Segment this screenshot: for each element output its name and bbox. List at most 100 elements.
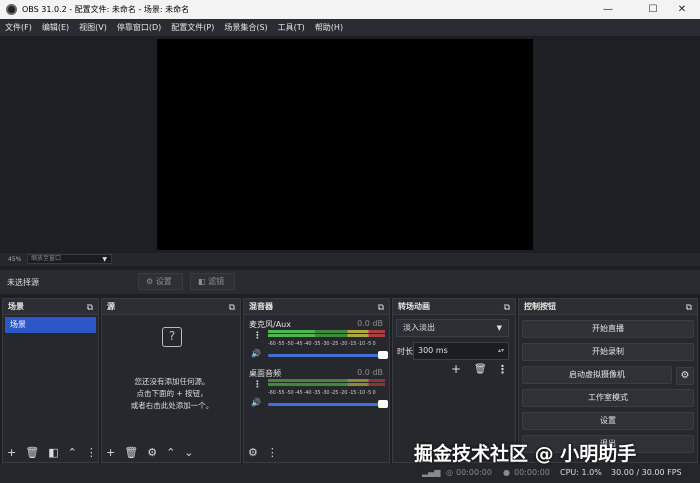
transition-value: 淡入淡出 [403,323,435,332]
source-toolbar: 未选择源 ⚙ 设置 ◧ 滤镜 [0,270,700,294]
menu-docks[interactable]: 停靠窗口(D) [117,22,161,33]
speaker-icon[interactable]: 🔊 [251,349,261,358]
scenes-toolbar: + 🗑 ◧ ⌃ ⋮ [3,442,98,462]
volume-meter [268,330,385,340]
zoom-percent: 45% [8,256,22,263]
more-icon[interactable]: ⋮ [253,380,262,390]
transitions-title: 转场动画 [398,302,430,311]
slider-knob[interactable] [378,351,388,359]
controls-header: 控制按钮 ⧉ [519,299,697,315]
no-source-label: 未选择源 [7,278,39,287]
empty-line-3: 或者右击此处添加一个。 [130,401,214,410]
volume-meter [268,379,385,389]
window-title: OBS 31.0.2 - 配置文件: 未命名 - 场景: 未命名 [22,5,190,14]
undock-icon[interactable]: ⧉ [87,301,93,316]
add-icon[interactable]: + [451,362,461,376]
mixer-channel-db: 0.0 dB [357,368,383,377]
record-icon: ● [503,468,510,477]
empty-line-2: 点击下面的 + 按钮， [136,389,208,398]
more-icon[interactable]: ⋮ [253,331,262,341]
obs-logo-icon [6,4,17,15]
settings-button[interactable]: 设置 [522,412,694,430]
zoom-mode-select[interactable]: 缩放至窗口 ▼ [27,254,112,264]
scenes-header: 场景 ⧉ [3,299,98,315]
gear-icon[interactable]: ⚙ [147,446,157,459]
mixer-title: 混音器 [249,302,273,311]
duration-label: 时长 [397,347,413,356]
trash-icon[interactable]: 🗑 [25,446,39,459]
zoom-mode-value: 缩放至窗口 [31,255,62,262]
menu-edit[interactable]: 编辑(E) [42,22,69,33]
scenes-title: 场景 [8,302,24,311]
cpu-usage: CPU: 1.0% [560,468,602,477]
preview-canvas[interactable] [157,39,533,250]
chevron-up-icon[interactable]: ⌃ [166,446,175,459]
gear-icon[interactable]: ⚙ [676,367,694,385]
chevron-down-icon[interactable]: ⌄ [184,446,193,459]
close-button[interactable]: ✕ [664,0,700,19]
duration-value: 300 ms [418,346,448,355]
empty-sources-message[interactable]: 您还没有添加任何源。 点击下面的 + 按钮， 或者右击此处添加一个。 [102,376,242,412]
menu-profile[interactable]: 配置文件(P) [171,22,214,33]
watermark: 掘金技术社区 @ 小明助手 [414,443,637,465]
volume-slider[interactable] [268,400,388,408]
undock-icon[interactable]: ⧉ [504,301,510,316]
meter-scale: -60 -55 -50 -45 -40 -35 -30 -25 -20 -15 … [268,390,376,396]
studio-mode-button[interactable]: 工作室模式 [522,389,694,407]
undock-icon[interactable]: ⧉ [686,301,692,316]
more-icon[interactable]: ⋮ [86,446,97,459]
menu-help[interactable]: 帮助(H) [315,22,343,33]
chevron-down-icon: ▼ [102,256,107,263]
scene-item[interactable]: 场景 [5,317,96,333]
trash-icon[interactable]: 🗑 [474,364,487,375]
record-time: 00:00:00 [514,468,550,477]
more-icon[interactable]: ⋮ [497,363,508,376]
meter-scale: -60 -55 -50 -45 -40 -35 -30 -25 -20 -15 … [268,341,376,347]
transition-select[interactable]: 淡入淡出 ▼ [396,319,509,337]
mixer-channel-name: 桌面音频 [249,369,281,378]
sources-toolbar: + 🗑 ⚙ ⌃ ⌄ [102,442,240,462]
stream-icon: ◎ [446,468,453,477]
filters-button[interactable]: ◧ 滤镜 [190,273,235,290]
chevron-up-icon[interactable]: ⌃ [68,446,77,459]
filter-icon: ◧ [198,277,206,286]
trash-icon[interactable]: 🗑 [124,446,138,459]
controls-title: 控制按钮 [524,302,556,311]
stream-time: 00:00:00 [456,468,492,477]
add-icon[interactable]: + [106,446,115,459]
filter-icon[interactable]: ◧ [48,446,58,459]
signal-icon: ▂▄▆ [422,468,441,477]
more-icon[interactable]: ⋮ [267,446,278,459]
start-vcam-button[interactable]: 启动虚拟摄像机 [522,366,672,384]
menu-tools[interactable]: 工具(T) [278,22,305,33]
mixer-channel-db: 0.0 dB [357,319,383,328]
zoom-bar: 45% 缩放至窗口 ▼ [0,253,700,266]
menu-view[interactable]: 视图(V) [79,22,107,33]
minimize-button[interactable]: — [590,0,626,19]
start-record-button[interactable]: 开始录制 [522,343,694,361]
sources-dock: 源 ⧉ ? 您还没有添加任何源。 点击下面的 + 按钮， 或者右击此处添加一个。 … [101,298,241,463]
mixer-dock: 混音器 ⧉ 麦克风/Aux 0.0 dB ⋮ -60 -55 -50 -45 -4… [243,298,390,463]
add-icon[interactable]: + [7,446,16,459]
sources-header: 源 ⧉ [102,299,240,315]
gear-icon: ⚙ [146,277,154,286]
menu-bar: 文件(F) 编辑(E) 视图(V) 停靠窗口(D) 配置文件(P) 场景集合(S… [0,19,700,36]
undock-icon[interactable]: ⧉ [378,301,384,316]
properties-label: 设置 [155,277,172,286]
status-bar: ▂▄▆ ◎ 00:00:00 ● 00:00:00 CPU: 1.0% 30.0… [0,463,700,483]
spin-icon[interactable]: ▴▾ [498,343,504,359]
menu-file[interactable]: 文件(F) [5,22,32,33]
start-stream-button[interactable]: 开始直播 [522,320,694,338]
scenes-dock: 场景 ⧉ 场景 + 🗑 ◧ ⌃ ⋮ [2,298,99,463]
menu-scene-collection[interactable]: 场景集合(S) [224,22,267,33]
mixer-channel-name: 麦克风/Aux [249,320,291,329]
volume-slider[interactable] [268,351,388,359]
empty-line-1: 您还没有添加任何源。 [134,377,210,386]
duration-input[interactable]: 300 ms ▴▾ [413,342,509,360]
properties-button[interactable]: ⚙ 设置 [138,273,183,290]
preview-area [0,36,700,253]
slider-knob[interactable] [378,400,388,408]
link-icon[interactable]: ⚙ [248,446,258,459]
undock-icon[interactable]: ⧉ [229,301,235,316]
speaker-icon[interactable]: 🔊 [251,398,261,407]
